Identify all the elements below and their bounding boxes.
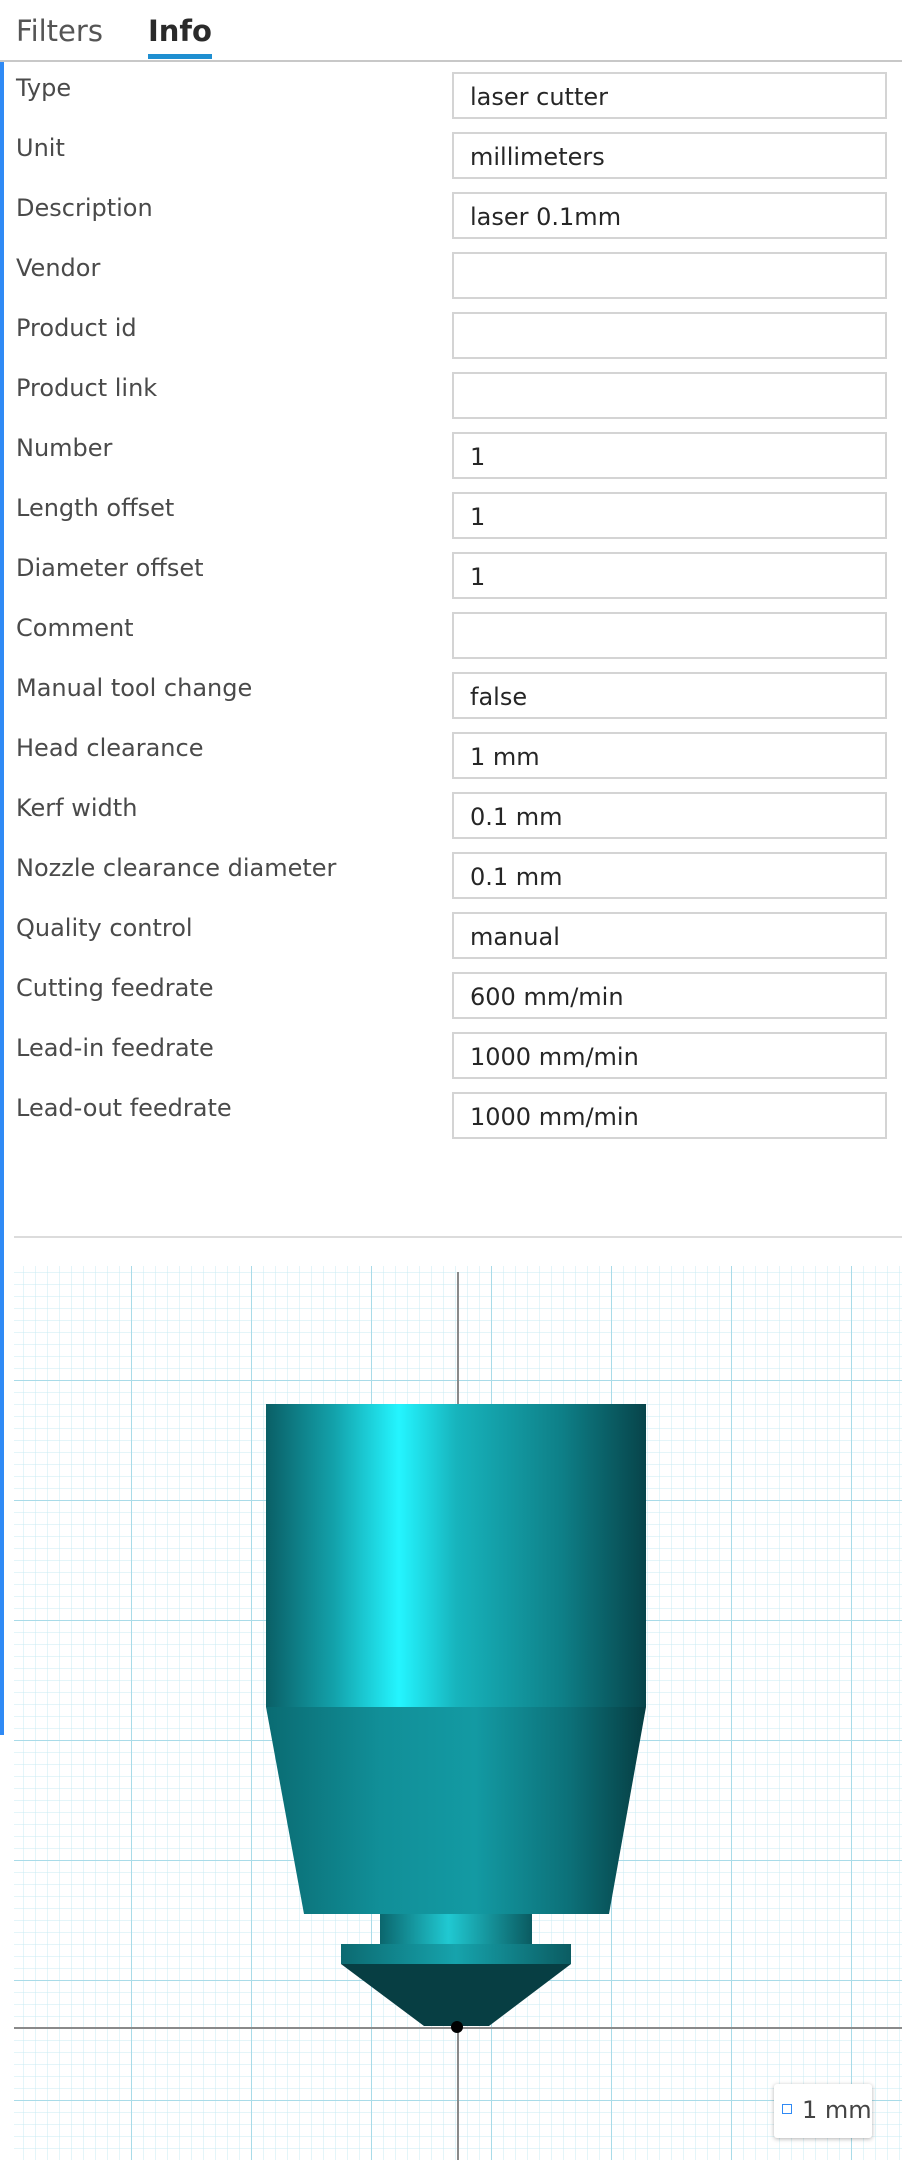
property-field-cutting-feedrate[interactable]: 600 mm/min	[452, 972, 887, 1019]
property-row-comment: Comment	[0, 604, 902, 664]
tool-preview-canvas[interactable]	[14, 1266, 902, 2160]
property-row-product-id: Product id	[0, 304, 902, 364]
property-label: Product link	[16, 374, 158, 402]
property-row-description: Description laser 0.1mm	[0, 184, 902, 244]
property-label: Cutting feedrate	[16, 974, 214, 1002]
tool-properties-list: Type laser cutter Unit millimeters Descr…	[0, 64, 902, 1144]
property-field-type[interactable]: laser cutter	[452, 72, 887, 119]
property-label: Head clearance	[16, 734, 204, 762]
property-label: Unit	[16, 134, 65, 162]
property-field-manual-tool-change[interactable]: false	[452, 672, 887, 719]
property-label: Vendor	[16, 254, 101, 282]
property-label: Kerf width	[16, 794, 138, 822]
property-field-comment[interactable]	[452, 612, 887, 659]
property-field-unit[interactable]: millimeters	[452, 132, 887, 179]
property-row-kerf-width: Kerf width 0.1 mm	[0, 784, 902, 844]
tab-filters[interactable]: Filters	[16, 14, 103, 48]
property-label: Number	[16, 434, 113, 462]
tool-preview-svg	[14, 1266, 902, 2160]
property-label: Description	[16, 194, 153, 222]
property-field-product-link[interactable]	[452, 372, 887, 419]
property-field-vendor[interactable]	[452, 252, 887, 299]
property-field-kerf-width[interactable]: 0.1 mm	[452, 792, 887, 839]
grid-square-icon	[782, 2104, 792, 2114]
property-label: Manual tool change	[16, 674, 253, 702]
property-row-vendor: Vendor	[0, 244, 902, 304]
property-field-product-id[interactable]	[452, 312, 887, 359]
property-row-lead-out-feedrate: Lead-out feedrate 1000 mm/min	[0, 1084, 902, 1144]
property-field-lead-in-feedrate[interactable]: 1000 mm/min	[452, 1032, 887, 1079]
property-field-description[interactable]: laser 0.1mm	[452, 192, 887, 239]
property-row-quality-control: Quality control manual	[0, 904, 902, 964]
tab-bar: Filters Info	[0, 0, 902, 62]
property-field-diameter-offset[interactable]: 1	[452, 552, 887, 599]
property-row-unit: Unit millimeters	[0, 124, 902, 184]
property-label: Product id	[16, 314, 137, 342]
property-row-type: Type laser cutter	[0, 64, 902, 124]
scale-label: 1 mm	[802, 2096, 872, 2124]
property-label: Comment	[16, 614, 134, 642]
property-row-nozzle-clearance-diameter: Nozzle clearance diameter 0.1 mm	[0, 844, 902, 904]
property-label: Lead-out feedrate	[16, 1094, 232, 1122]
property-label: Length offset	[16, 494, 175, 522]
tab-info[interactable]: Info	[148, 14, 212, 59]
property-label: Quality control	[16, 914, 193, 942]
property-row-length-offset: Length offset 1	[0, 484, 902, 544]
property-field-number[interactable]: 1	[452, 432, 887, 479]
property-field-head-clearance[interactable]: 1 mm	[452, 732, 887, 779]
property-row-diameter-offset: Diameter offset 1	[0, 544, 902, 604]
property-row-product-link: Product link	[0, 364, 902, 424]
property-field-nozzle-clearance-diameter[interactable]: 0.1 mm	[452, 852, 887, 899]
property-label: Diameter offset	[16, 554, 204, 582]
property-row-lead-in-feedrate: Lead-in feedrate 1000 mm/min	[0, 1024, 902, 1084]
property-row-cutting-feedrate: Cutting feedrate 600 mm/min	[0, 964, 902, 1024]
property-label: Type	[16, 74, 72, 102]
section-divider	[14, 1236, 902, 1238]
property-field-lead-out-feedrate[interactable]: 1000 mm/min	[452, 1092, 887, 1139]
property-label: Lead-in feedrate	[16, 1034, 214, 1062]
property-label: Nozzle clearance diameter	[16, 854, 337, 882]
property-row-head-clearance: Head clearance 1 mm	[0, 724, 902, 784]
property-row-manual-tool-change: Manual tool change false	[0, 664, 902, 724]
property-row-number: Number 1	[0, 424, 902, 484]
scale-indicator: 1 mm	[774, 2084, 872, 2138]
property-field-length-offset[interactable]: 1	[452, 492, 887, 539]
property-field-quality-control[interactable]: manual	[452, 912, 887, 959]
